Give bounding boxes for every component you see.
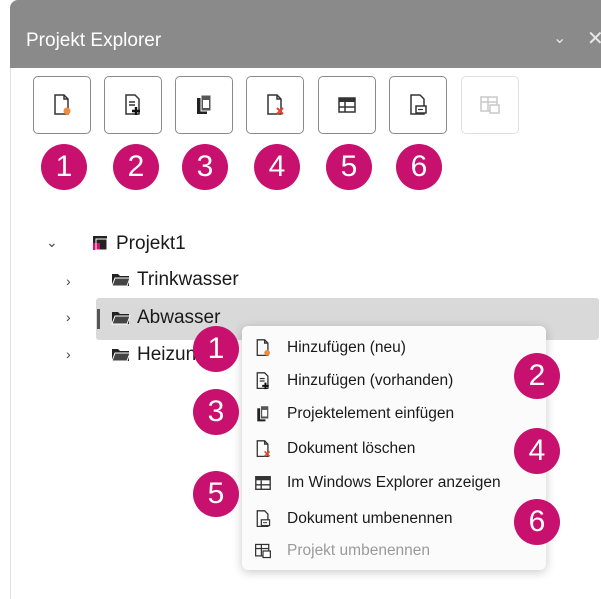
panel-title: Projekt Explorer	[26, 30, 162, 51]
toolbar-windows-explorer-button[interactable]	[318, 76, 376, 134]
callout-badge: 5	[326, 144, 372, 190]
expand-chevron-icon[interactable]: ›	[66, 273, 71, 289]
folder-icon	[111, 274, 131, 287]
callout-badge: 2	[514, 353, 560, 399]
menu-item-delete-document[interactable]: Dokument löschen	[242, 434, 546, 464]
menu-item-paste-element[interactable]: Projektelement einfügen	[242, 399, 546, 429]
paste-element-icon	[257, 405, 270, 422]
panel-border	[10, 68, 11, 599]
toolbar-delete-document-button[interactable]	[246, 76, 304, 134]
rename-project-icon	[255, 543, 271, 559]
new-document-icon	[256, 339, 270, 357]
delete-document-icon	[256, 440, 271, 458]
callout-badge: 1	[41, 144, 87, 190]
menu-item-add-new[interactable]: Hinzufügen (neu)	[242, 333, 546, 363]
tree-item-label: Projekt1	[116, 233, 186, 254]
toolbar-rename-project-button[interactable]	[461, 76, 519, 134]
panel-title-bar: Projekt Explorer ⌄ ✕	[10, 0, 601, 68]
tree-item-project[interactable]: Projekt1	[92, 229, 186, 259]
callout-badge: 6	[396, 144, 442, 190]
menu-item-label: Projekt umbenennen	[287, 542, 431, 559]
toolbar-paste-element-button[interactable]	[175, 76, 233, 134]
delete-document-icon	[267, 94, 284, 115]
project-icon	[93, 236, 108, 251]
menu-item-label: Im Windows Explorer anzeigen	[287, 474, 501, 491]
new-document-icon	[54, 94, 71, 115]
menu-item-rename-document[interactable]: Dokument umbenennen	[242, 504, 546, 534]
callout-badge: 3	[182, 144, 228, 190]
tree-item-label: Trinkwasser	[137, 269, 239, 290]
callout-badge: 6	[514, 499, 560, 545]
callout-badge: 1	[193, 326, 239, 372]
tree-item-folder[interactable]: Trinkwasser	[111, 265, 239, 295]
folder-icon	[111, 349, 131, 362]
menu-item-label: Dokument löschen	[287, 440, 416, 457]
callout-badge: 2	[113, 144, 159, 190]
rename-document-icon	[410, 94, 427, 115]
callout-badge: 5	[193, 471, 239, 517]
menu-item-rename-project[interactable]: Projekt umbenennen	[242, 536, 546, 566]
rename-document-icon	[256, 510, 271, 528]
close-icon[interactable]: ✕	[587, 26, 601, 51]
folder-icon	[111, 312, 131, 325]
expand-chevron-icon[interactable]: ›	[66, 309, 71, 325]
menu-item-label: Dokument umbenennen	[287, 510, 453, 527]
tree-item-label: Abwasser	[137, 307, 221, 328]
callout-badge: 4	[254, 144, 300, 190]
rename-project-icon	[480, 96, 500, 114]
add-existing-icon	[256, 372, 269, 390]
callout-badge: 3	[193, 389, 239, 435]
chevron-down-icon[interactable]: ⌄	[553, 28, 566, 48]
toolbar-rename-document-button[interactable]	[389, 76, 447, 134]
collapse-chevron-icon[interactable]: ⌄	[46, 234, 58, 251]
add-existing-icon	[125, 94, 140, 115]
toolbar-add-new-button[interactable]	[33, 76, 91, 134]
menu-item-label: Hinzufügen (vorhanden)	[287, 372, 454, 389]
windows-explorer-icon	[255, 476, 271, 490]
windows-explorer-icon	[338, 97, 356, 113]
menu-item-label: Hinzufügen (neu)	[287, 339, 406, 356]
toolbar-add-existing-button[interactable]	[104, 76, 162, 134]
callout-badge: 4	[514, 428, 560, 474]
menu-item-label: Projektelement einfügen	[287, 405, 455, 422]
menu-item-windows-explorer[interactable]: Im Windows Explorer anzeigen	[242, 468, 546, 498]
menu-item-add-existing[interactable]: Hinzufügen (vorhanden)	[242, 366, 546, 396]
context-menu: Hinzufügen (neu) Hinzufügen (vorhanden) …	[242, 326, 546, 570]
selection-indicator	[97, 309, 100, 329]
paste-element-icon	[197, 94, 212, 114]
project-explorer-panel: Projekt Explorer ⌄ ✕ 1 2 3 4 5 6 ⌄ Proje…	[0, 0, 601, 599]
expand-chevron-icon[interactable]: ›	[66, 346, 71, 362]
